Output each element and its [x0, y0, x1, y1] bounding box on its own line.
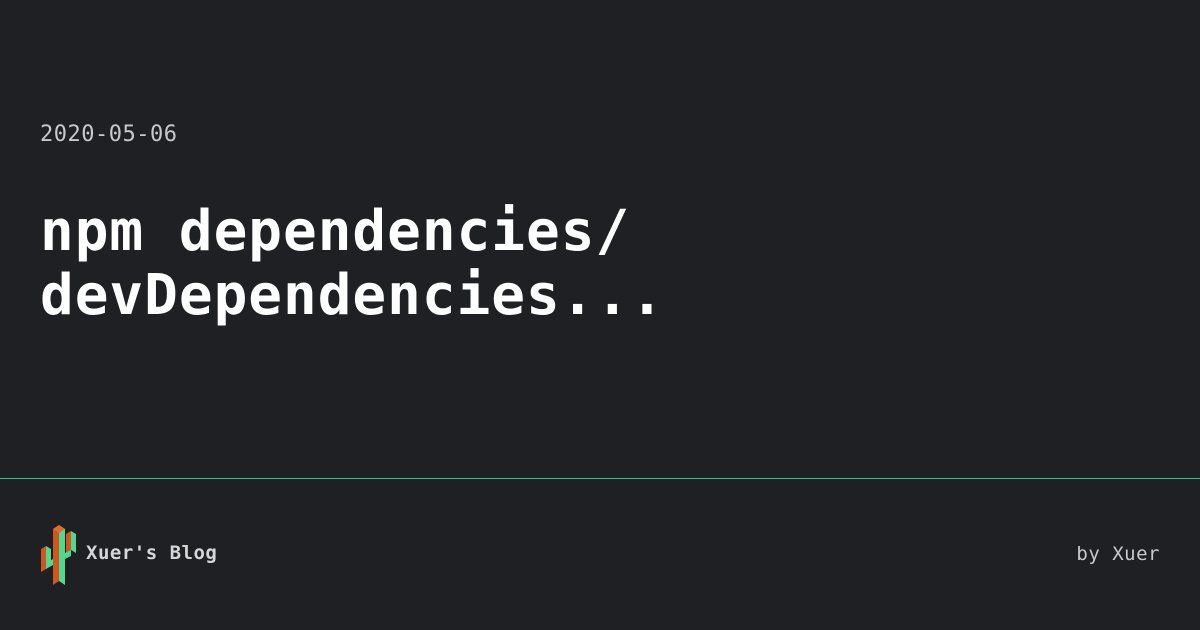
brand: Xuer's Blog: [40, 523, 217, 585]
author-byline: by Xuer: [1076, 543, 1160, 565]
cactus-logo-icon: [41, 525, 76, 585]
og-card: 2020-05-06 npm dependencies/ devDependen…: [0, 0, 1200, 630]
post-title-line-2: devDependencies...: [40, 263, 665, 328]
post-date: 2020-05-06: [40, 122, 178, 147]
post-title-line-1: npm dependencies/: [40, 199, 631, 264]
post-title: npm dependencies/ devDependencies...: [40, 200, 1140, 328]
footer-divider: [0, 478, 1200, 479]
brand-name: Xuer's Blog: [86, 542, 218, 564]
